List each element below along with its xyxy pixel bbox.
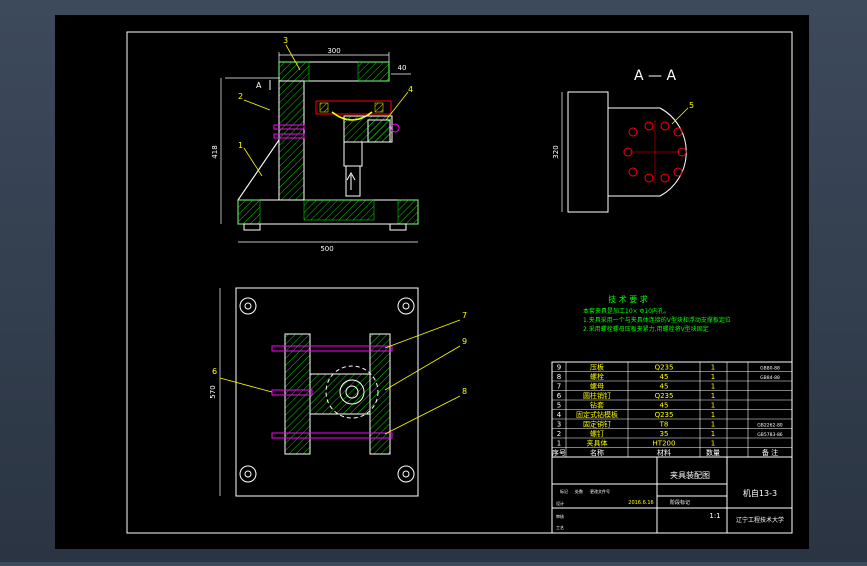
bom-cell-material: Q235 — [655, 392, 674, 400]
bom-cell-name: 固定销钉 — [583, 420, 611, 429]
bom-header-no: 序号 — [552, 448, 566, 457]
bom-header-qty: 数量 — [706, 448, 720, 457]
tb-label-3: 更改文件号 — [590, 488, 610, 494]
bom-cell-no: 6 — [557, 392, 562, 400]
bom-cell-no: 5 — [557, 402, 561, 410]
section-title: A — A — [634, 68, 676, 84]
tech-line-2: 2.采用螺栓螺母压板夹紧力,用螺栓将V型块固定 — [583, 325, 709, 333]
label-part-7: 7 — [462, 311, 467, 320]
bom-cell-no: 3 — [557, 421, 561, 429]
stage-labels: 阶段标记 — [670, 499, 690, 506]
bom-cell-note: GB2262-80 — [757, 423, 783, 429]
drawing-number: 机自13-3 — [743, 488, 777, 498]
plan-right-block — [369, 333, 391, 455]
bom-header-note: 备 注 — [762, 448, 778, 457]
bom-cell-name: 固定式钻模板 — [576, 410, 618, 419]
label-part-8: 8 — [462, 387, 467, 396]
bom-cell-material: 45 — [660, 383, 669, 391]
cad-drawing: 300 40 A 418 500 3 2 1 4 A — A 5 320 570… — [55, 15, 809, 549]
bom-cell-qty: 1 — [711, 364, 715, 372]
label-part-6: 6 — [212, 367, 217, 376]
scale: 1:1 — [709, 512, 720, 520]
bom-cell-no: 7 — [557, 383, 561, 391]
label-part-3: 3 — [283, 36, 288, 45]
bom-cell-name: 螺栓 — [590, 372, 604, 381]
bom-cell-note: GB84-88 — [760, 375, 780, 381]
bom-cell-no: 4 — [557, 411, 562, 419]
tech-line-1: 1.夹具采用一个与夹具体连接的V型块和浮动支撑板定位 — [583, 316, 731, 324]
bom-header-material: 材料 — [657, 448, 671, 457]
tb-role-0: 设计 — [556, 500, 564, 506]
bom-cell-qty: 1 — [711, 392, 715, 400]
dim-height: 418 — [211, 145, 219, 158]
bom-cell-name: 夹具体 — [587, 439, 608, 448]
dim-plan-height: 570 — [209, 385, 217, 398]
dim-small: 40 — [398, 64, 407, 72]
school-name: 辽宁工程技术大学 — [736, 516, 784, 524]
bom-cell-qty: 1 — [711, 430, 715, 438]
bom-cell-no: 9 — [557, 364, 561, 372]
date: 2016.6.16 — [628, 500, 653, 506]
tb-label-1: 处数 — [575, 488, 583, 494]
bom-cell-material: T8 — [659, 421, 669, 429]
tech-line-0: 本套夹具是加工10× Φ10内孔。 — [583, 307, 670, 315]
bom-cell-no: 2 — [557, 430, 561, 438]
bom-cell-name: 螺钉 — [590, 429, 604, 438]
bom-cell-qty: 1 — [711, 383, 715, 391]
bom-cell-no: 8 — [557, 373, 561, 381]
bom-cell-name: 螺母 — [590, 382, 604, 391]
tech-title: 技 术 要 求 — [608, 294, 648, 304]
bom-header-name: 名称 — [590, 448, 604, 457]
bom-cell-name: 钻套 — [590, 401, 604, 410]
bom-cell-qty: 1 — [711, 411, 715, 419]
dim-top-width: 300 — [327, 47, 340, 55]
bom-cell-name: 压板 — [590, 363, 604, 372]
bom-cell-material: 45 — [660, 373, 669, 381]
bom-cell-material: 45 — [660, 402, 669, 410]
bom-cell-material: Q235 — [655, 411, 674, 419]
cad-viewport: 300 40 A 418 500 3 2 1 4 A — A 5 320 570… — [0, 0, 867, 562]
bom-cell-note: GB80-88 — [760, 366, 780, 372]
column-body — [278, 80, 305, 201]
section-mark-left: A — [256, 81, 262, 90]
plan-left-block — [284, 333, 311, 455]
dim-section-height: 320 — [552, 145, 560, 158]
tb-label-0: 标记 — [560, 488, 568, 494]
bom-cell-no: 1 — [557, 440, 561, 448]
bom-cell-material: Q235 — [655, 364, 674, 372]
bom-cell-qty: 1 — [711, 421, 715, 429]
bom-cell-name: 圆柱销钉 — [583, 391, 611, 400]
label-part-4: 4 — [408, 85, 413, 94]
label-part-9: 9 — [462, 337, 467, 346]
bom-cell-material: HT200 — [653, 440, 676, 448]
bom-cell-note: GB5783-86 — [757, 432, 783, 438]
drawing-sheet — [55, 15, 809, 549]
bom-cell-qty: 1 — [711, 402, 715, 410]
dim-base-width: 500 — [320, 245, 333, 253]
bom-cell-qty: 1 — [711, 440, 715, 448]
label-part-5: 5 — [689, 101, 694, 110]
drawing-name: 夹具装配图 — [670, 470, 710, 480]
label-part-1: 1 — [238, 141, 243, 150]
bom-cell-qty: 1 — [711, 373, 715, 381]
bom-cell-material: 35 — [660, 430, 669, 438]
tb-role-3: 工艺 — [556, 525, 564, 530]
tb-role-2: 审核 — [556, 513, 564, 519]
label-part-2: 2 — [238, 92, 243, 101]
